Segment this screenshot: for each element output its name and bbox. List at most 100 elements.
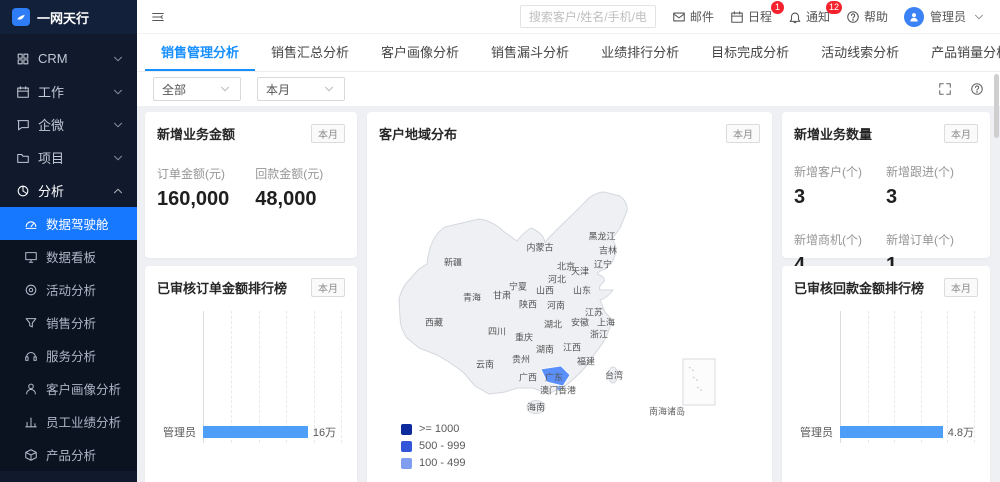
calendar-icon [730, 10, 744, 24]
sidebar-item-service-analysis[interactable]: 服务分析 [0, 339, 137, 372]
scope-select-value: 全部 [162, 81, 186, 98]
dashboard-icon [24, 217, 38, 231]
fullscreen-icon[interactable] [938, 82, 952, 96]
sidebar-item-label: 企微 [38, 115, 64, 134]
left-column: 新增业务金额 本月 订单金额(元) 160,000 回款金额(元) 48,000 [145, 112, 357, 472]
sidebar-item-staff-performance-analysis[interactable]: 员工业绩分析 [0, 405, 137, 438]
chevron-up-icon [111, 184, 125, 198]
sidebar-item-product-analysis[interactable]: 产品分析 [0, 438, 137, 471]
stat-value: 160,000 [157, 188, 229, 211]
chevron-down-icon [972, 10, 986, 24]
app-window: 一网天行 CRM 工作 企微 项目 [0, 0, 1000, 482]
chevron-down-icon [111, 151, 125, 165]
legend-item: 500 - 999 [401, 440, 760, 452]
bell-icon [788, 10, 802, 24]
right-column: 新增业务数量 本月 新增客户(个) 3 新增跟进(个) 3 新 [782, 112, 990, 472]
tab-sales-funnel[interactable]: 销售漏斗分析 [475, 34, 585, 71]
tab-sales-summary[interactable]: 销售汇总分析 [255, 34, 365, 71]
analysis-submenu: 数据驾驶舱 数据看板 活动分析 销售分析 服务分析 [0, 207, 137, 471]
tab-product-sales[interactable]: 产品销量分析 [915, 34, 1000, 71]
chevron-down-icon [111, 118, 125, 132]
sidebar-item-label: 数据驾驶舱 [46, 214, 109, 233]
schedule-label: 日程 [748, 8, 772, 25]
notification-button[interactable]: 通知 12 [788, 8, 830, 25]
chevron-down-icon [218, 82, 232, 96]
sidebar-item-work[interactable]: 工作 [0, 75, 137, 108]
user-menu[interactable]: 管理员 [904, 7, 986, 27]
sidebar-item-project[interactable]: 项目 [0, 141, 137, 174]
tab-performance-ranking[interactable]: 业绩排行分析 [585, 34, 695, 71]
mail-label: 邮件 [690, 8, 714, 25]
chevron-down-icon [111, 85, 125, 99]
scope-select[interactable]: 全部 [153, 77, 241, 101]
sidebar-nav: CRM 工作 企微 项目 分析 [0, 34, 137, 482]
china-map: 黑龙江 吉林 辽宁 内蒙古 北京 天津 河北 山西 山东 新疆 宁夏 甘肃 青海… [367, 149, 772, 421]
bar-chart-icon [24, 415, 38, 429]
sidebar-item-label: 活动分析 [46, 280, 96, 299]
notification-badge: 12 [826, 1, 842, 14]
sidebar-item-sales-analysis[interactable]: 销售分析 [0, 306, 137, 339]
sidebar-item-label: 员工业绩分析 [46, 412, 121, 431]
top-header: 邮件 日程 1 通知 12 帮助 [137, 0, 1000, 34]
sidebar-item-data-cockpit[interactable]: 数据驾驶舱 [0, 207, 137, 240]
mail-button[interactable]: 邮件 [672, 8, 714, 25]
help-button[interactable]: 帮助 [846, 8, 888, 25]
tab-goal-completion[interactable]: 目标完成分析 [695, 34, 805, 71]
stat-label: 订单金额(元) [157, 165, 229, 182]
legend-label: 500 - 999 [419, 440, 465, 452]
analysis-tabbar: 销售管理分析 销售汇总分析 客户画像分析 销售漏斗分析 业绩排行分析 目标完成分… [137, 34, 1000, 72]
question-circle-icon[interactable] [970, 82, 984, 96]
stat-value: 3 [886, 186, 978, 209]
legend-item: 100 - 499 [401, 457, 760, 469]
user-icon [24, 382, 38, 396]
payment-amount-stat: 回款金额(元) 48,000 [255, 165, 323, 211]
legend-label: 100 - 499 [419, 457, 465, 469]
help-label: 帮助 [864, 8, 888, 25]
middle-column: 客户地域分布 本月 黑龙江 [367, 112, 772, 472]
sidebar-item-label: 销售分析 [46, 313, 96, 332]
bar-track: 4.8万 [840, 424, 974, 440]
customer-region-card: 客户地域分布 本月 黑龙江 [367, 112, 772, 482]
bar [840, 426, 943, 438]
card-title: 客户地域分布 [379, 124, 457, 143]
search-input[interactable] [520, 5, 656, 28]
bar-value-label: 16万 [313, 424, 336, 440]
sidebar-item-data-board[interactable]: 数据看板 [0, 240, 137, 273]
user-name: 管理员 [930, 8, 966, 25]
tab-customer-profile[interactable]: 客户画像分析 [365, 34, 475, 71]
legend-swatch [401, 458, 412, 469]
stat-value: 3 [794, 186, 886, 209]
menu-collapse-icon[interactable] [151, 10, 165, 24]
legend-label: >= 1000 [419, 423, 459, 435]
schedule-badge: 1 [771, 1, 784, 14]
new-followup-stat: 新增跟进(个) 3 [886, 163, 978, 209]
order-amount-stat: 订单金额(元) 160,000 [157, 165, 229, 211]
sidebar-item-wecom[interactable]: 企微 [0, 108, 137, 141]
period-tag: 本月 [944, 124, 978, 143]
period-select-value: 本月 [266, 81, 290, 98]
calendar-icon [16, 85, 30, 99]
order-ranking-chart: 管理员 16万 [157, 311, 345, 443]
sidebar-item-crm[interactable]: CRM [0, 42, 137, 75]
schedule-button[interactable]: 日程 1 [730, 8, 772, 25]
sidebar-item-analysis[interactable]: 分析 [0, 174, 137, 207]
period-select[interactable]: 本月 [257, 77, 345, 101]
new-business-count-card: 新增业务数量 本月 新增客户(个) 3 新增跟进(个) 3 新 [782, 112, 990, 258]
folder-icon [16, 151, 30, 165]
chat-icon [16, 118, 30, 132]
monitor-icon [24, 250, 38, 264]
payment-ranking-chart: 管理员 4.8万 [794, 311, 978, 443]
grid-icon [16, 52, 30, 66]
logo-icon [12, 8, 30, 26]
person-icon [908, 11, 920, 23]
dashboard-content: 新增业务金额 本月 订单金额(元) 160,000 回款金额(元) 48,000 [137, 106, 1000, 482]
app-logo[interactable]: 一网天行 [0, 0, 137, 34]
sidebar-item-label: 项目 [38, 148, 64, 167]
tab-activity-leads[interactable]: 活动线索分析 [805, 34, 915, 71]
tab-sales-management[interactable]: 销售管理分析 [145, 34, 255, 71]
sidebar-item-activity-analysis[interactable]: 活动分析 [0, 273, 137, 306]
sidebar-item-label: 产品分析 [46, 445, 96, 464]
sidebar-item-customer-profile-analysis[interactable]: 客户画像分析 [0, 372, 137, 405]
legend-item: >= 1000 [401, 423, 760, 435]
vertical-scrollbar[interactable] [994, 74, 999, 138]
